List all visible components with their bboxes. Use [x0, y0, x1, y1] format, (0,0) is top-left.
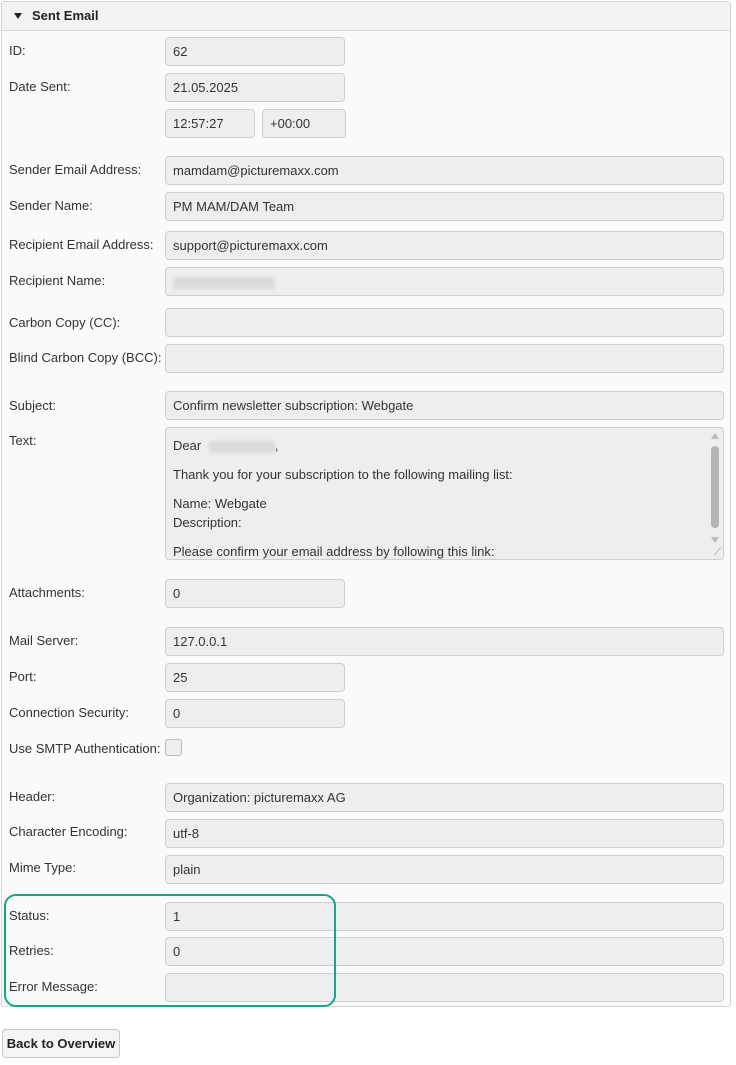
mime-type-field[interactable]: plain: [165, 855, 724, 884]
resize-handle-icon[interactable]: ⟋: [714, 548, 721, 558]
sender-email-field[interactable]: mamdam@picturemaxx.com: [165, 156, 724, 185]
panel-header[interactable]: Sent Email: [2, 2, 730, 31]
back-to-overview-button[interactable]: Back to Overview: [2, 1029, 120, 1058]
date-sent-time-field[interactable]: 12:57:27: [165, 109, 255, 138]
mime-type-label: Mime Type:: [9, 860, 76, 875]
port-label: Port:: [9, 669, 37, 684]
date-sent-date-field[interactable]: 21.05.2025: [165, 73, 345, 102]
text-label: Text:: [9, 433, 37, 448]
smtp-auth-label: Use SMTP Authentication:: [9, 741, 161, 756]
text-content: Dear , Thank you for your subscription t…: [173, 436, 701, 559]
connection-security-label: Connection Security:: [9, 705, 129, 720]
body-line-1: Thank you for your subscription to the f…: [173, 467, 513, 482]
list-name-line: Name: Webgate: [173, 496, 267, 511]
bcc-label: Blind Carbon Copy (BCC):: [9, 350, 162, 365]
greeting-line: Dear ,: [173, 436, 701, 455]
smtp-auth-checkbox[interactable]: [165, 739, 182, 756]
encoding-field[interactable]: utf-8: [165, 819, 724, 848]
date-sent-label: Date Sent:: [9, 79, 71, 94]
status-field[interactable]: 1: [165, 902, 724, 931]
panel-title: Sent Email: [32, 8, 99, 23]
redacted-name-blur: [173, 276, 275, 289]
scrollbar-thumb[interactable]: [711, 446, 719, 528]
confirm-line: Please confirm your email address by fol…: [173, 544, 495, 559]
scroll-down-arrow-icon[interactable]: [711, 537, 719, 543]
status-label: Status:: [9, 908, 50, 923]
retries-label: Retries:: [9, 943, 54, 958]
cc-field[interactable]: [165, 308, 724, 337]
id-field[interactable]: 62: [165, 37, 345, 66]
sender-email-label: Sender Email Address:: [9, 162, 142, 177]
connection-security-field[interactable]: 0: [165, 699, 345, 728]
id-label: ID:: [9, 43, 26, 58]
recipient-email-field[interactable]: support@picturemaxx.com: [165, 231, 724, 260]
retries-field[interactable]: 0: [165, 937, 724, 966]
encoding-label: Character Encoding:: [9, 824, 128, 839]
redacted-greeting-blur: [208, 440, 275, 453]
recipient-name-label: Recipient Name:: [9, 273, 106, 288]
cc-label: Carbon Copy (CC):: [9, 315, 121, 330]
caret-down-icon[interactable]: [14, 13, 22, 19]
greeting-text: Dear: [173, 438, 202, 453]
error-message-field[interactable]: [165, 973, 724, 1002]
recipient-email-label: Recipient Email Address:: [9, 237, 154, 252]
subject-label: Subject:: [9, 398, 56, 413]
greeting-comma: ,: [274, 438, 279, 453]
sender-name-field[interactable]: PM MAM/DAM Team: [165, 192, 724, 221]
header-field[interactable]: Organization: picturemaxx AG: [165, 783, 724, 812]
mail-server-label: Mail Server:: [9, 633, 79, 648]
mail-server-field[interactable]: 127.0.0.1: [165, 627, 724, 656]
attachments-field[interactable]: 0: [165, 579, 345, 608]
subject-field[interactable]: Confirm newsletter subscription: Webgate: [165, 391, 724, 420]
bcc-field[interactable]: [165, 344, 724, 373]
error-message-label: Error Message:: [9, 979, 98, 994]
attachments-label: Attachments:: [9, 585, 85, 600]
text-scrollbar[interactable]: [709, 430, 721, 545]
date-sent-timezone-field[interactable]: +00:00: [262, 109, 346, 138]
list-description-line: Description:: [173, 515, 242, 530]
sender-name-label: Sender Name:: [9, 198, 93, 213]
text-area[interactable]: Dear , Thank you for your subscription t…: [165, 427, 724, 560]
scroll-up-arrow-icon[interactable]: [711, 433, 719, 439]
port-field[interactable]: 25: [165, 663, 345, 692]
recipient-name-field[interactable]: [165, 267, 724, 296]
header-label: Header:: [9, 789, 56, 804]
